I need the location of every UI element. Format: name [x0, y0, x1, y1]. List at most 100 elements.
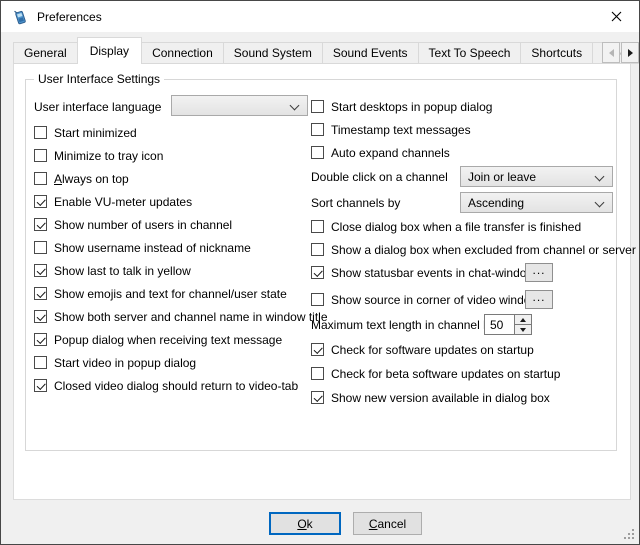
tab-label: Sound Events: [333, 46, 408, 60]
checkbox-check-beta-updates[interactable]: Check for beta software updates on start…: [311, 365, 560, 382]
language-label: User interface language: [34, 100, 161, 114]
sort-channels-label-row: Sort channels by: [311, 194, 400, 211]
combobox-value: Join or leave: [468, 170, 536, 184]
max-text-length-spinbox[interactable]: 50: [484, 314, 532, 335]
sort-channels-combobox[interactable]: Ascending: [460, 192, 613, 213]
checkbox-box: [311, 293, 324, 306]
checkbox-label: Show statusbar events in chat-window: [331, 266, 535, 280]
checkbox-show-emojis[interactable]: Show emojis and text for channel/user st…: [34, 285, 287, 302]
checkbox-label: Show emojis and text for channel/user st…: [54, 287, 287, 301]
tab-general[interactable]: General: [13, 42, 78, 64]
checkbox-box: [34, 264, 47, 277]
checkbox-vu-meter-updates[interactable]: Enable VU-meter updates: [34, 193, 192, 210]
checkbox-box: [34, 172, 47, 185]
checkbox-show-user-count[interactable]: Show number of users in channel: [34, 216, 232, 233]
checkbox-start-minimized[interactable]: Start minimized: [34, 124, 137, 141]
checkbox-box: [34, 241, 47, 254]
checkbox-box: [34, 379, 47, 392]
checkbox-timestamp-messages[interactable]: Timestamp text messages: [311, 121, 471, 138]
checkbox-box: [34, 287, 47, 300]
ellipsis-label: ...: [532, 263, 545, 277]
checkbox-auto-expand-channels[interactable]: Auto expand channels: [311, 144, 450, 161]
tab-scroll-right-button[interactable]: [621, 42, 639, 63]
tab-text-to-speech[interactable]: Text To Speech: [418, 42, 522, 64]
sort-channels-label: Sort channels by: [311, 196, 400, 210]
checkbox-label: Timestamp text messages: [331, 123, 471, 137]
spinbox-buttons: [514, 315, 531, 334]
cancel-button[interactable]: Cancel: [353, 512, 422, 535]
spinbox-value[interactable]: 50: [485, 315, 514, 334]
checkbox-show-last-talk-yellow[interactable]: Show last to talk in yellow: [34, 262, 191, 279]
checkbox-label: Enable VU-meter updates: [54, 195, 192, 209]
ok-button-label: Ok: [297, 517, 312, 531]
triangle-right-icon: [628, 49, 633, 57]
double-click-label: Double click on a channel: [311, 170, 448, 184]
statusbar-events-browse-button[interactable]: ...: [525, 263, 553, 282]
language-label-row: User interface language: [34, 98, 161, 115]
checkbox-label: Always on top: [54, 172, 129, 186]
tab-connection[interactable]: Connection: [141, 42, 224, 64]
checkbox-label: Closed video dialog should return to vid…: [54, 379, 298, 393]
checkbox-show-username[interactable]: Show username instead of nickname: [34, 239, 251, 256]
checkbox-start-desktops-popup[interactable]: Start desktops in popup dialog: [311, 98, 492, 115]
checkbox-minimize-to-tray[interactable]: Minimize to tray icon: [34, 147, 163, 164]
checkbox-box: [311, 123, 324, 136]
double-click-combobox[interactable]: Join or leave: [460, 166, 613, 187]
window-title: Preferences: [37, 10, 102, 24]
checkbox-statusbar-events[interactable]: Show statusbar events in chat-window: [311, 264, 535, 281]
tab-label: General: [24, 46, 67, 60]
checkbox-label: Show new version available in dialog box: [331, 391, 550, 405]
tab-shortcuts[interactable]: Shortcuts: [520, 42, 593, 64]
resize-grip-icon[interactable]: [623, 528, 636, 541]
checkbox-box: [311, 367, 324, 380]
tab-sound-system[interactable]: Sound System: [223, 42, 323, 64]
checkbox-label: Show number of users in channel: [54, 218, 232, 232]
checkbox-check-updates[interactable]: Check for software updates on startup: [311, 341, 534, 358]
spin-up-button[interactable]: [515, 315, 531, 325]
app-icon: [12, 9, 28, 25]
tab-display[interactable]: Display: [77, 37, 142, 64]
ellipsis-label: ...: [532, 290, 545, 304]
checkbox-label: Check for beta software updates on start…: [331, 367, 560, 381]
max-text-length-label-row: Maximum text length in channel list: [311, 316, 498, 333]
video-source-browse-button[interactable]: ...: [525, 290, 553, 309]
checkbox-box: [311, 391, 324, 404]
title-bar: Preferences: [1, 1, 639, 32]
group-title: User Interface Settings: [34, 72, 164, 86]
checkbox-box: [34, 310, 47, 323]
chevron-down-icon: [595, 172, 605, 182]
close-button[interactable]: [594, 1, 639, 31]
checkbox-box: [311, 220, 324, 233]
checkbox-box: [34, 333, 47, 346]
tab-label: Text To Speech: [429, 46, 511, 60]
checkbox-close-on-file-transfer[interactable]: Close dialog box when a file transfer is…: [311, 218, 581, 235]
checkbox-server-channel-in-title[interactable]: Show both server and channel name in win…: [34, 308, 328, 325]
checkbox-dialog-when-excluded[interactable]: Show a dialog box when excluded from cha…: [311, 241, 636, 258]
checkbox-label: Show last to talk in yellow: [54, 264, 191, 278]
checkbox-closed-video-return[interactable]: Closed video dialog should return to vid…: [34, 377, 298, 394]
tab-scroll-left-button[interactable]: [602, 42, 620, 63]
checkbox-box: [34, 126, 47, 139]
checkbox-box: [311, 146, 324, 159]
checkbox-label: Show source in corner of video window: [331, 293, 539, 307]
checkbox-box: [34, 195, 47, 208]
checkbox-show-new-version[interactable]: Show new version available in dialog box: [311, 389, 550, 406]
spin-down-button[interactable]: [515, 325, 531, 334]
checkbox-box: [34, 149, 47, 162]
language-combobox[interactable]: [171, 95, 308, 116]
checkbox-start-video-popup[interactable]: Start video in popup dialog: [34, 354, 196, 371]
double-click-label-row: Double click on a channel: [311, 168, 448, 185]
tab-label: Display: [90, 44, 129, 58]
checkbox-video-source-corner[interactable]: Show source in corner of video window: [311, 291, 539, 308]
checkbox-popup-text-message[interactable]: Popup dialog when receiving text message: [34, 331, 282, 348]
checkbox-label: Check for software updates on startup: [331, 343, 534, 357]
ok-button[interactable]: Ok: [269, 512, 341, 535]
checkbox-label: Start desktops in popup dialog: [331, 100, 492, 114]
triangle-down-icon: [520, 328, 526, 332]
tab-label: Sound System: [234, 46, 312, 60]
chevron-down-icon: [595, 198, 605, 208]
checkbox-always-on-top[interactable]: Always on top: [34, 170, 129, 187]
checkbox-label: Minimize to tray icon: [54, 149, 163, 163]
checkbox-label: Show both server and channel name in win…: [54, 310, 328, 324]
tab-sound-events[interactable]: Sound Events: [322, 42, 419, 64]
